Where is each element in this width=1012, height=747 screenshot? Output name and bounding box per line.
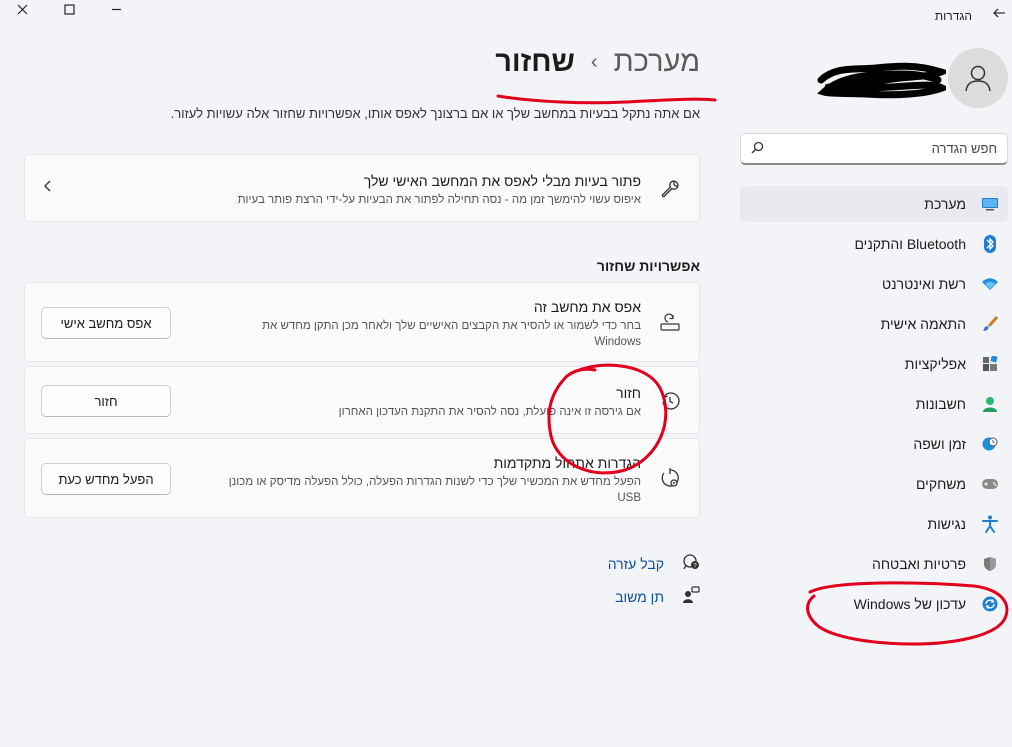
sidebar-item-label: Bluetooth והתקנים — [854, 236, 966, 252]
back-button[interactable] — [992, 6, 1006, 24]
sidebar-item-privacy[interactable]: פרטיות ואבטחה — [740, 546, 1008, 582]
sidebar-item-system[interactable]: מערכת — [740, 186, 1008, 222]
sidebar-item-label: חשבונות — [915, 396, 966, 412]
sidebar-item-label: התאמה אישית — [880, 316, 966, 332]
search-input[interactable] — [764, 141, 997, 156]
sidebar-item-time-language[interactable]: זמן ושפה — [740, 426, 1008, 462]
recovery-options-heading: אפשרויות שחזור — [596, 258, 700, 274]
accessibility-icon — [980, 514, 1000, 534]
sidebar-item-bluetooth[interactable]: Bluetooth והתקנים — [740, 226, 1008, 262]
sidebar-item-label: נגישות — [927, 516, 966, 532]
back-arrow-icon — [993, 8, 1005, 18]
minimize-window-button[interactable] — [104, 0, 128, 18]
sidebar-nav: מערכת Bluetooth והתקנים רשת ואינטרנט התא… — [740, 186, 1008, 626]
sidebar-item-label: זמן ושפה — [913, 436, 966, 452]
brush-icon — [980, 314, 1000, 334]
sidebar-item-accessibility[interactable]: נגישות — [740, 506, 1008, 542]
system-icon — [980, 194, 1000, 214]
sidebar-item-apps[interactable]: אפליקציות — [740, 346, 1008, 382]
sidebar-item-label: מערכת — [924, 196, 966, 212]
advanced-startup-card: הגדרות אתחול מתקדמות הפעל מחדש את המכשיר… — [24, 438, 700, 518]
breadcrumb-parent[interactable]: מערכת — [614, 46, 700, 79]
reset-pc-desc: בחר כדי לשמור או להסיר את הקבצים האישיים… — [262, 320, 641, 348]
help-icon: ? — [682, 553, 700, 574]
bluetooth-icon — [980, 234, 1000, 254]
minimize-icon — [111, 8, 121, 10]
sidebar-item-label: משחקים — [915, 476, 966, 492]
get-help-link[interactable]: קבל עזרה — [608, 556, 664, 572]
feedback-row[interactable]: תן משוב — [615, 586, 700, 607]
sidebar-item-network[interactable]: רשת ואינטרנט — [740, 266, 1008, 302]
search-icon — [751, 141, 764, 157]
give-feedback-link[interactable]: תן משוב — [615, 589, 664, 605]
redacted-username-scribble — [817, 62, 946, 99]
reset-pc-button[interactable]: אפס מחשב אישי — [41, 307, 171, 339]
maximize-icon — [63, 3, 75, 15]
person-icon — [965, 65, 991, 92]
go-back-title: חזור — [616, 385, 641, 401]
sidebar-item-label: אפליקציות — [904, 356, 966, 372]
apps-icon — [980, 354, 1000, 374]
troubleshoot-card[interactable]: פתור בעיות מבלי לאפס את המחשב האישי שלך … — [24, 154, 700, 222]
maximize-window-button[interactable] — [57, 0, 81, 18]
sidebar-item-windows-update[interactable]: עדכון של Windows — [740, 586, 1008, 622]
go-back-button[interactable]: חזור — [41, 385, 171, 417]
account-icon — [980, 394, 1000, 414]
go-back-card: חזור אם גירסה זו אינה פועלת, נסה להסיר א… — [24, 366, 700, 434]
sidebar-item-label: רשת ואינטרנט — [882, 276, 966, 292]
shield-icon — [980, 554, 1000, 574]
advanced-startup-title: הגדרות אתחול מתקדמות — [493, 455, 641, 471]
settings-search[interactable] — [740, 133, 1008, 165]
troubleshoot-desc: איפוס עשוי להימשך זמן מה - נסה תחילה לפת… — [237, 194, 641, 206]
restart-gear-icon — [659, 468, 681, 490]
sidebar-item-accounts[interactable]: חשבונות — [740, 386, 1008, 422]
feedback-icon — [682, 586, 700, 607]
get-help-row[interactable]: ? קבל עזרה — [608, 553, 700, 574]
history-icon — [659, 390, 681, 412]
avatar[interactable] — [948, 48, 1008, 108]
chevron-left-icon — [43, 179, 53, 198]
sidebar-item-label: עדכון של Windows — [853, 596, 966, 612]
page-subtitle: אם אתה נתקל בבעיות במחשב שלך או אם ברצונ… — [170, 106, 700, 121]
windows-update-icon — [980, 594, 1000, 614]
reset-pc-icon — [659, 312, 681, 334]
gamepad-icon — [980, 474, 1000, 494]
sidebar-item-gaming[interactable]: משחקים — [740, 466, 1008, 502]
reset-pc-card: אפס את מחשב זה בחר כדי לשמור או להסיר את… — [24, 282, 700, 362]
page-title: שחזור — [495, 46, 575, 78]
wrench-icon — [659, 178, 681, 200]
sidebar-item-personalization[interactable]: התאמה אישית — [740, 306, 1008, 342]
network-icon — [980, 274, 1000, 294]
close-window-button[interactable] — [10, 0, 34, 18]
restart-now-button[interactable]: הפעל מחדש כעת — [41, 463, 171, 495]
troubleshoot-title: פתור בעיות מבלי לאפס את המחשב האישי שלך — [363, 173, 641, 189]
reset-pc-title: אפס את מחשב זה — [533, 299, 641, 315]
breadcrumb-separator: › — [590, 51, 598, 73]
breadcrumb: מערכת › שחזור — [495, 46, 700, 79]
app-title: הגדרות — [934, 9, 972, 23]
go-back-desc: אם גירסה זו אינה פועלת, נסה להסיר את התק… — [338, 406, 641, 418]
sidebar-item-label: פרטיות ואבטחה — [871, 556, 966, 572]
advanced-startup-desc: הפעל מחדש את המכשיר שלך כדי לשנות הגדרות… — [228, 476, 641, 504]
globe-clock-icon — [980, 434, 1000, 454]
close-icon — [17, 4, 27, 14]
